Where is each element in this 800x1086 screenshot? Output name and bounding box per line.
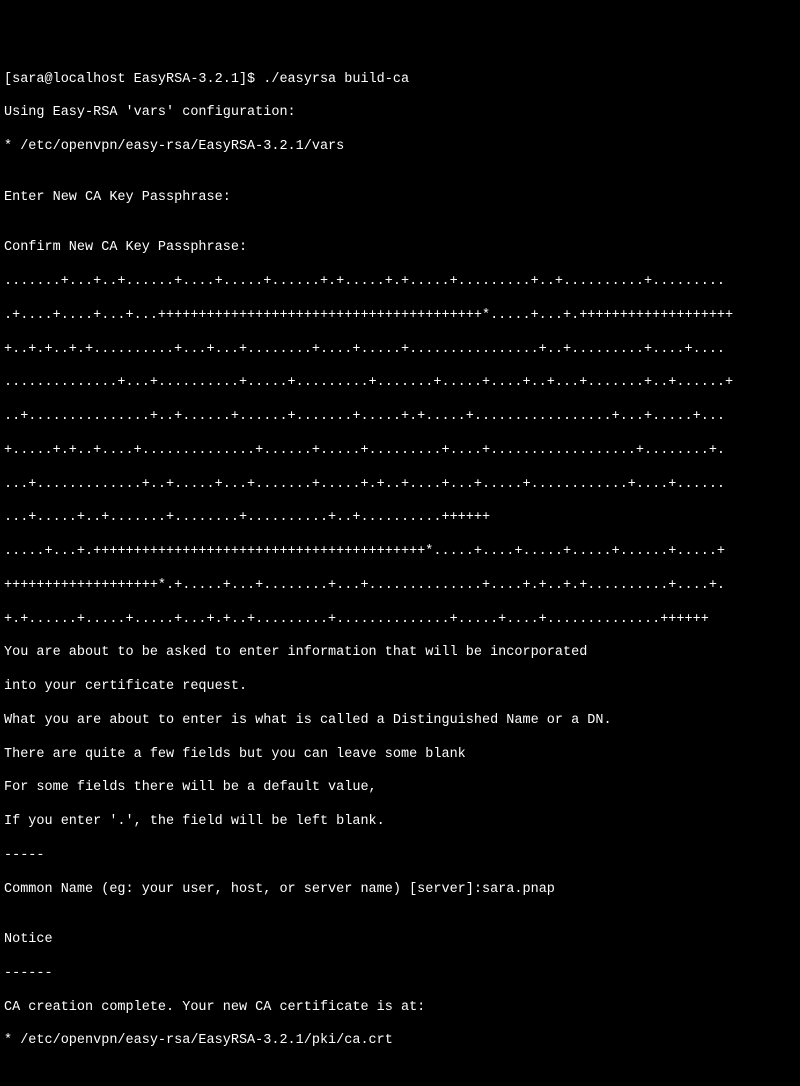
output-line: If you enter '.', the field will be left…	[4, 814, 796, 831]
output-line: There are quite a few fields but you can…	[4, 747, 796, 764]
output-line: What you are about to enter is what is c…	[4, 713, 796, 730]
passphrase-prompt[interactable]: Enter New CA Key Passphrase:	[4, 190, 796, 207]
keygen-progress: .+....+....+...+...+++++++++++++++++++++…	[4, 308, 796, 325]
output-line: You are about to be asked to enter infor…	[4, 645, 796, 662]
keygen-progress: +++++++++++++++++++*.+.....+...+........…	[4, 578, 796, 595]
passphrase-confirm-prompt[interactable]: Confirm New CA Key Passphrase:	[4, 240, 796, 257]
shell-prompt-line[interactable]: [sara@localhost EasyRSA-3.2.1]$ ./easyrs…	[4, 72, 796, 89]
common-name-prompt: Common Name (eg: your user, host, or ser…	[4, 882, 482, 897]
output-line: * /etc/openvpn/easy-rsa/EasyRSA-3.2.1/va…	[4, 139, 796, 156]
keygen-progress: ...+.............+..+.....+...+.......+.…	[4, 477, 796, 494]
output-line: Using Easy-RSA 'vars' configuration:	[4, 105, 796, 122]
output-line: into your certificate request.	[4, 679, 796, 696]
notice-heading: Notice	[4, 932, 796, 949]
keygen-progress: ..+...............+..+......+......+....…	[4, 409, 796, 426]
shell-prompt: [sara@localhost EasyRSA-3.2.1]$	[4, 72, 263, 87]
output-line: CA creation complete. Your new CA certif…	[4, 1000, 796, 1017]
keygen-progress: +.+......+.....+.....+...+.+..+.........…	[4, 612, 796, 629]
common-name-prompt-line[interactable]: Common Name (eg: your user, host, or ser…	[4, 882, 796, 899]
common-name-input[interactable]: sara.pnap	[482, 882, 555, 897]
ca-cert-path: * /etc/openvpn/easy-rsa/EasyRSA-3.2.1/pk…	[4, 1033, 796, 1050]
keygen-progress: ...+.....+..+.......+........+..........…	[4, 510, 796, 527]
keygen-progress: .....+...+.+++++++++++++++++++++++++++++…	[4, 544, 796, 561]
output-line: ------	[4, 966, 796, 983]
output-line: For some fields there will be a default …	[4, 780, 796, 797]
keygen-progress: .......+...+..+......+....+.....+......+…	[4, 274, 796, 291]
shell-command: ./easyrsa build-ca	[263, 72, 409, 87]
output-line: -----	[4, 848, 796, 865]
keygen-progress: +.....+.+..+....+..............+......+.…	[4, 443, 796, 460]
keygen-progress: +..+.+..+.+..........+...+...+........+.…	[4, 342, 796, 359]
keygen-progress: ..............+...+..........+.....+....…	[4, 375, 796, 392]
